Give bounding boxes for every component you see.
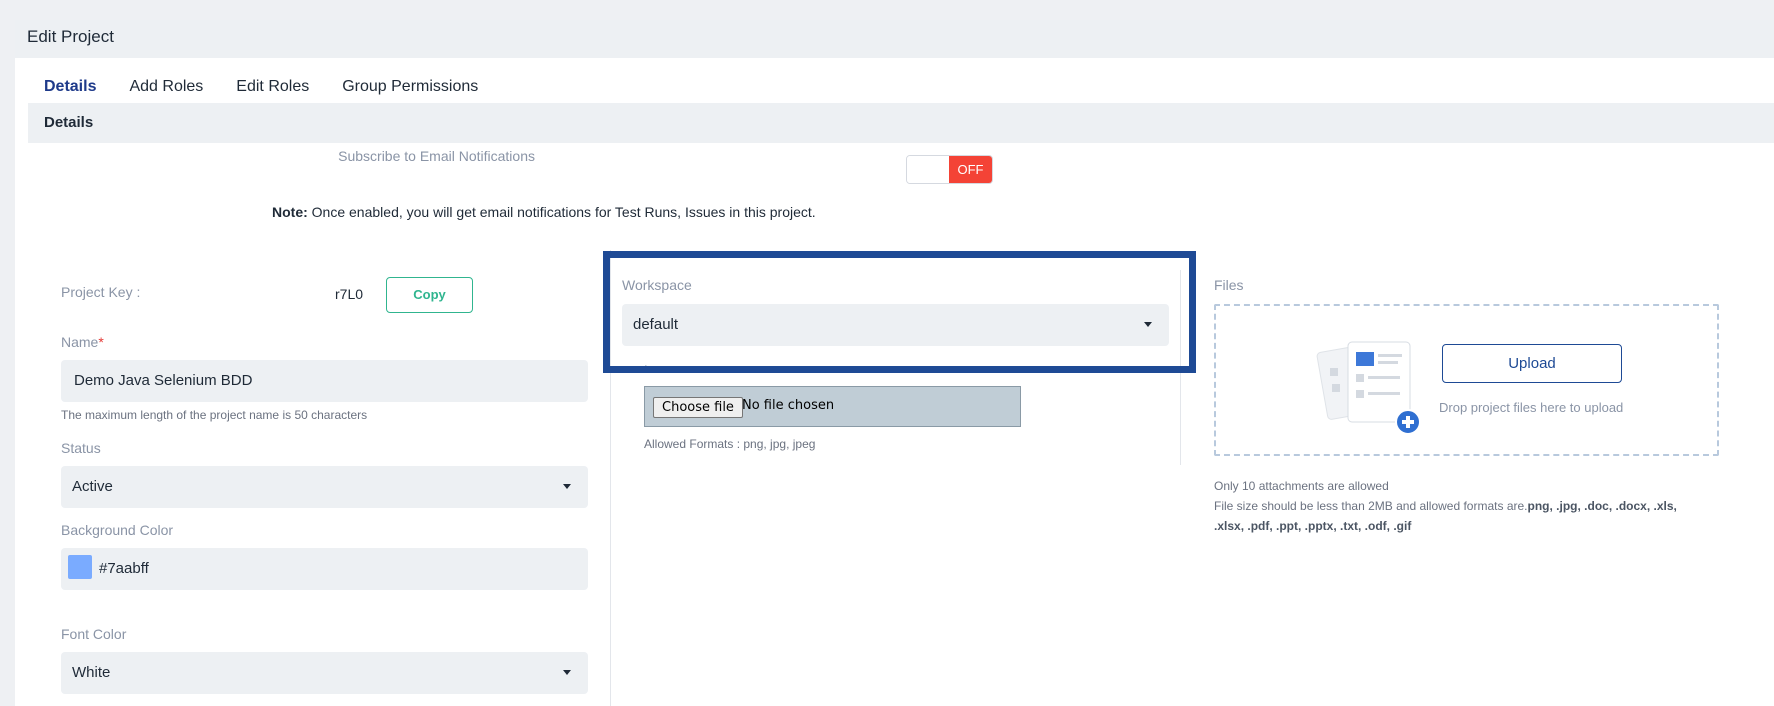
name-field[interactable]: Demo Java Selenium BDD [61,360,588,402]
project-key-value: r7L0 [335,286,364,302]
file-size-text: File size should be less than 2MB and al… [1214,496,1694,536]
note-prefix: Note: [272,204,308,220]
font-color-select[interactable]: White [61,652,588,694]
upload-button[interactable]: Upload [1442,344,1622,383]
files-dropzone[interactable]: Upload Drop project files here to upload [1214,304,1719,456]
files-illustration-icon [1316,341,1421,435]
name-hint: The maximum length of the project name i… [61,408,368,422]
page-title: Edit Project [27,27,114,46]
name-field-value: Demo Java Selenium BDD [74,372,253,389]
name-label: Name* [61,334,104,350]
chevron-down-icon [563,670,571,675]
logo-allowed-formats: Allowed Formats : png, jpg, jpeg [644,437,816,451]
status-select[interactable]: Active [61,466,588,508]
no-file-text: No file chosen [742,398,835,413]
background-color-field[interactable]: #7aabff [61,548,588,590]
files-info: Only 10 attachments are allowed File siz… [1214,476,1694,536]
workspace-highlight-box [603,251,1196,373]
files-label: Files [1214,277,1244,293]
required-mark: * [98,334,104,350]
status-value: Active [72,478,113,495]
section-header: Details [28,103,1774,143]
choose-file-button[interactable]: Choose file [653,397,743,418]
email-notifications-toggle[interactable]: OFF [906,155,993,184]
note-text: Once enabled, you will get email notific… [307,204,816,220]
file-size-prefix: File size should be less than 2MB and al… [1214,499,1528,513]
copy-button[interactable]: Copy [386,277,473,313]
font-color-value: White [72,664,111,681]
background-color-value: #7aabff [99,560,149,577]
panel-header: Edit Project [15,20,1774,58]
toggle-knob [907,156,950,183]
toggle-state-label: OFF [949,156,992,183]
attachments-limit-text: Only 10 attachments are allowed [1214,479,1389,493]
background-color-label: Background Color [61,522,174,538]
color-swatch[interactable] [68,555,92,579]
notification-note: Note: Once enabled, you will get email n… [272,204,816,220]
drop-files-text: Drop project files here to upload [1439,400,1624,415]
status-label: Status [61,440,101,456]
name-label-text: Name [61,334,99,350]
font-color-label: Font Color [61,626,127,642]
section-title: Details [44,114,94,131]
email-notifications-label: Subscribe to Email Notifications [338,148,535,164]
chevron-down-icon [563,484,571,489]
project-key-label: Project Key : [61,284,141,300]
logo-file-input[interactable]: Choose file No file chosen [644,386,1021,427]
